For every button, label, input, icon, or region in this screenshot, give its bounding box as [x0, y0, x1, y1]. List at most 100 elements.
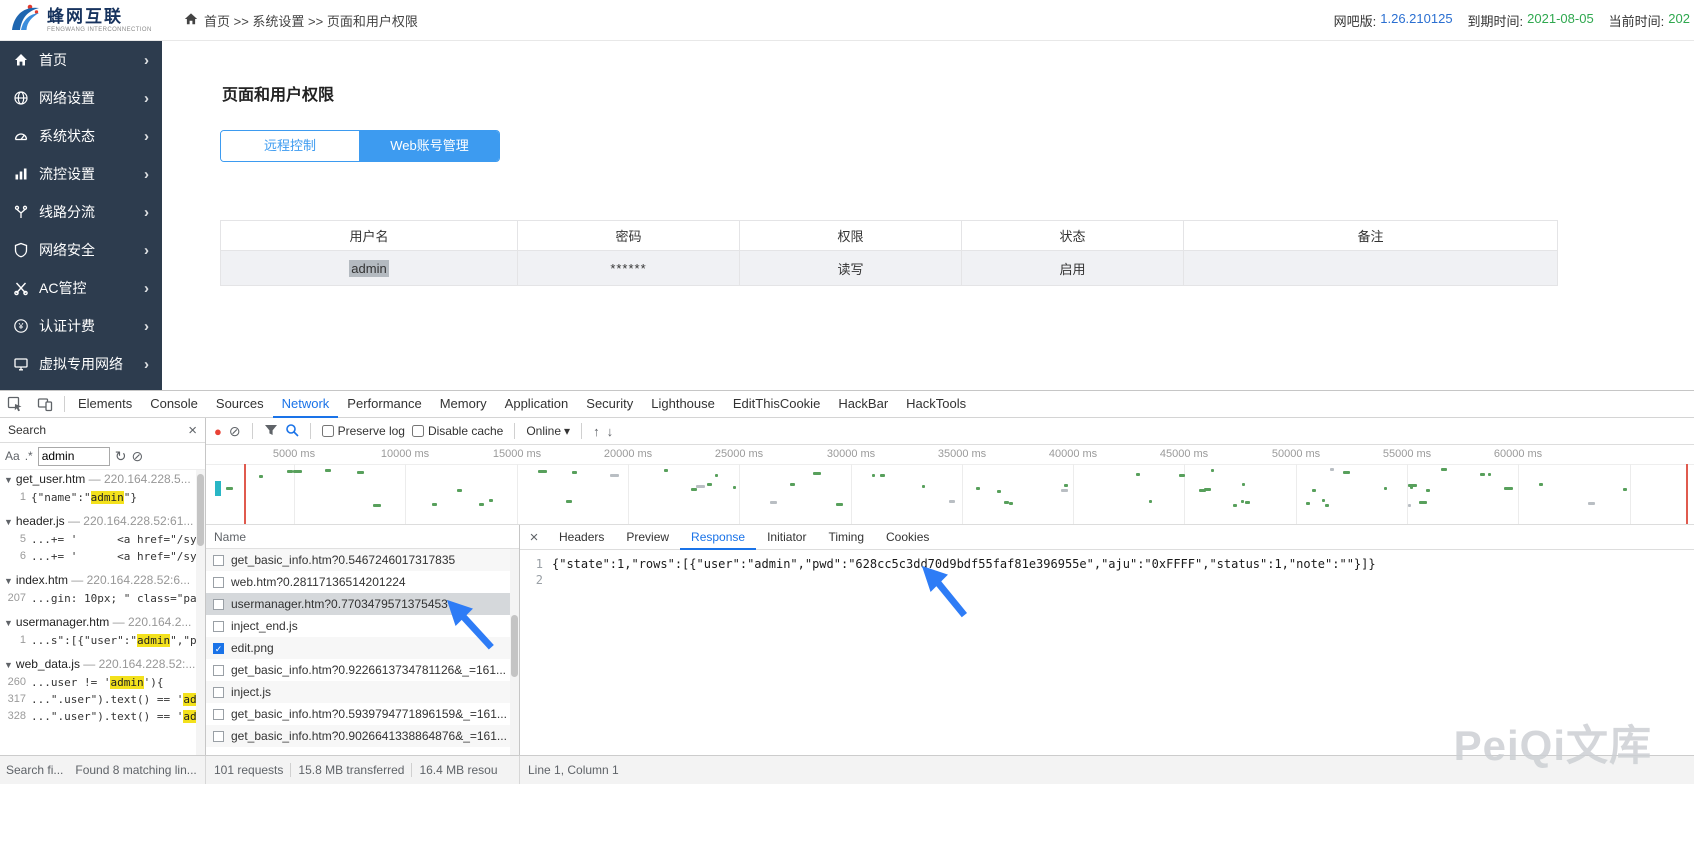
scrollbar-thumb[interactable]	[197, 474, 204, 546]
breadcrumb[interactable]: 首页 >> 系统设置 >> 页面和用户权限	[184, 11, 418, 30]
tab-web-account[interactable]: Web账号管理	[360, 131, 499, 161]
device-toolbar-icon[interactable]	[30, 396, 60, 412]
network-overview[interactable]: 5000 ms 10000 ms 15000 ms 20000 ms 25000…	[206, 445, 1694, 525]
timeline-label: 40000 ms	[1038, 448, 1108, 460]
match-case-toggle[interactable]: Aa	[5, 449, 20, 463]
response-content[interactable]: 1 {"state":1,"rows":[{"user":"admin","pw…	[520, 550, 1694, 755]
refresh-icon[interactable]: ↻	[115, 448, 127, 465]
record-icon[interactable]: ●	[214, 424, 222, 439]
requests-count: 101 requests	[214, 763, 291, 777]
throttling-select[interactable]: Online▾	[526, 424, 570, 438]
devtools-tab-hackbar[interactable]: HackBar	[829, 391, 897, 418]
search-result-file[interactable]: ▼usermanager.htm — 220.164.2...	[0, 613, 205, 632]
detail-tab-response[interactable]: Response	[680, 525, 756, 550]
search-result-line[interactable]: 1{"name":"admin"}	[0, 489, 205, 506]
disable-cache-checkbox[interactable]: Disable cache	[412, 424, 503, 438]
selected-text: admin	[349, 260, 388, 277]
sidebar-item-line-split[interactable]: 线路分流 ›	[0, 193, 162, 231]
sidebar-item-ac-control[interactable]: AC管控 ›	[0, 269, 162, 307]
network-request-row[interactable]: inject_end.js	[206, 615, 519, 637]
chevron-right-icon: ›	[144, 90, 149, 107]
sidebar-item-network-settings[interactable]: 网络设置 ›	[0, 79, 162, 117]
search-result-line[interactable]: 328...".user").text() == 'admin...	[0, 708, 205, 725]
network-request-row[interactable]: get_basic_info.htm?0.9226613734781126&_=…	[206, 659, 519, 681]
detail-tab-timing[interactable]: Timing	[817, 525, 875, 550]
search-result-file[interactable]: ▼index.htm — 220.164.228.52:6...	[0, 571, 205, 590]
search-result-line[interactable]: 6...+= ' <a href="/syste...	[0, 548, 205, 565]
checkbox[interactable]	[322, 425, 334, 437]
detail-tab-preview[interactable]: Preview	[615, 525, 680, 550]
result-url: — 220.164.228.52:...	[80, 657, 195, 671]
sidebar-item-flow-control[interactable]: 流控设置 ›	[0, 155, 162, 193]
devtools-tab-lighthouse[interactable]: Lighthouse	[642, 391, 724, 418]
timeline-label: 45000 ms	[1149, 448, 1219, 460]
search-input[interactable]	[38, 447, 110, 466]
network-request-row[interactable]: web.htm?0.28117136514201224	[206, 571, 519, 593]
gauge-icon	[13, 128, 39, 144]
search-result-line[interactable]: 1...s":[{"user":"admin","pwd":"...	[0, 632, 205, 649]
devtools-tab-hacktools[interactable]: HackTools	[897, 391, 975, 418]
sidebar-item-home[interactable]: 首页 ›	[0, 41, 162, 79]
search-result-line[interactable]: 207...gin: 10px; " class="pane...	[0, 590, 205, 607]
clear-icon[interactable]: ⊘	[131, 448, 143, 465]
sidebar-item-system-status[interactable]: 系统状态 ›	[0, 117, 162, 155]
search-result-line[interactable]: 5...+= ' <a href="/syste...	[0, 531, 205, 548]
search-icon[interactable]	[285, 423, 299, 440]
search-result-line[interactable]: 317...".user").text() == 'admin...	[0, 691, 205, 708]
logo-subtitle: FENGWANG INTERCONNECTION	[47, 27, 152, 33]
devtools-tab-application[interactable]: Application	[496, 391, 578, 418]
devtools-tab-memory[interactable]: Memory	[431, 391, 496, 418]
sidebar-item-auth-billing[interactable]: ¥ 认证计费 ›	[0, 307, 162, 345]
expand-triangle-icon: ▼	[4, 660, 13, 670]
request-list-header[interactable]: Name	[206, 525, 519, 549]
search-result-line[interactable]: 260...user != 'admin'){	[0, 674, 205, 691]
filter-icon[interactable]	[264, 423, 278, 440]
network-request-row[interactable]: inject.js	[206, 681, 519, 703]
network-request-row[interactable]: get_basic_info.htm?0.9026641338864876&_=…	[206, 725, 519, 747]
close-icon[interactable]: ×	[188, 422, 197, 439]
search-scrollbar[interactable]	[196, 470, 205, 755]
devtools-tab-sources[interactable]: Sources	[207, 391, 273, 418]
detail-tab-headers[interactable]: Headers	[548, 525, 615, 550]
scissors-icon	[13, 280, 39, 296]
match-highlight: admin	[110, 676, 143, 689]
tab-remote-control[interactable]: 远程控制	[221, 131, 360, 161]
network-request-row[interactable]: get_basic_info.htm?0.5939794771896159&_=…	[206, 703, 519, 725]
inspect-element-icon[interactable]	[0, 396, 30, 412]
network-request-row[interactable]: get_basic_info.htm?0.5467246017317835	[206, 549, 519, 571]
sidebar-item-network-security[interactable]: 网络安全 ›	[0, 231, 162, 269]
search-result-file[interactable]: ▼web_data.js — 220.164.228.52:...	[0, 655, 205, 674]
user-account-table: 用户名 密码 权限 状态 备注 admin ****** 读写 启用	[220, 220, 1558, 286]
detail-tab-cookies[interactable]: Cookies	[875, 525, 940, 550]
network-request-row[interactable]: ✓edit.png	[206, 637, 519, 659]
checkbox[interactable]	[412, 425, 424, 437]
devtools-tab-elements[interactable]: Elements	[69, 391, 141, 418]
timeline-label: 55000 ms	[1372, 448, 1442, 460]
result-filename: index.htm	[16, 573, 68, 587]
search-result-file[interactable]: ▼header.js — 220.164.228.52:61...	[0, 512, 205, 531]
detail-tab-initiator[interactable]: Initiator	[756, 525, 817, 550]
clear-network-icon[interactable]: ⊘	[229, 423, 241, 440]
request-name: get_basic_info.htm?0.9026641338864876&_=…	[231, 729, 507, 743]
sidebar-item-label: 网络设置	[39, 88, 95, 108]
scrollbar-thumb[interactable]	[511, 615, 518, 677]
result-url: — 220.164.228.5...	[85, 472, 190, 486]
devtools-tab-network[interactable]: Network	[273, 391, 339, 418]
devtools-tab-editthiscookie[interactable]: EditThisCookie	[724, 391, 829, 418]
search-result-file[interactable]: ▼get_user.htm — 220.164.228.5...	[0, 470, 205, 489]
sidebar: 首页 › 网络设置 › 系统状态 › 流控设置 › 线路分流 › 网络安全 › …	[0, 41, 162, 390]
globe-icon	[13, 90, 39, 106]
devtools-tab-security[interactable]: Security	[577, 391, 642, 418]
network-request-row-selected[interactable]: usermanager.htm?0.7703479571375453	[206, 593, 519, 615]
devtools-tab-performance[interactable]: Performance	[338, 391, 430, 418]
preserve-log-checkbox[interactable]: Preserve log	[322, 424, 405, 438]
monitor-icon	[13, 356, 39, 372]
request-list-scrollbar[interactable]	[510, 549, 519, 755]
devtools-tab-console[interactable]: Console	[141, 391, 207, 418]
import-har-icon[interactable]: ↑	[593, 424, 600, 439]
timeline-label: 25000 ms	[704, 448, 774, 460]
close-icon[interactable]: ×	[520, 529, 548, 546]
regex-toggle[interactable]: .*	[25, 449, 33, 463]
sidebar-item-vpn[interactable]: 虚拟专用网络 ›	[0, 345, 162, 383]
export-har-icon[interactable]: ↓	[607, 424, 614, 439]
